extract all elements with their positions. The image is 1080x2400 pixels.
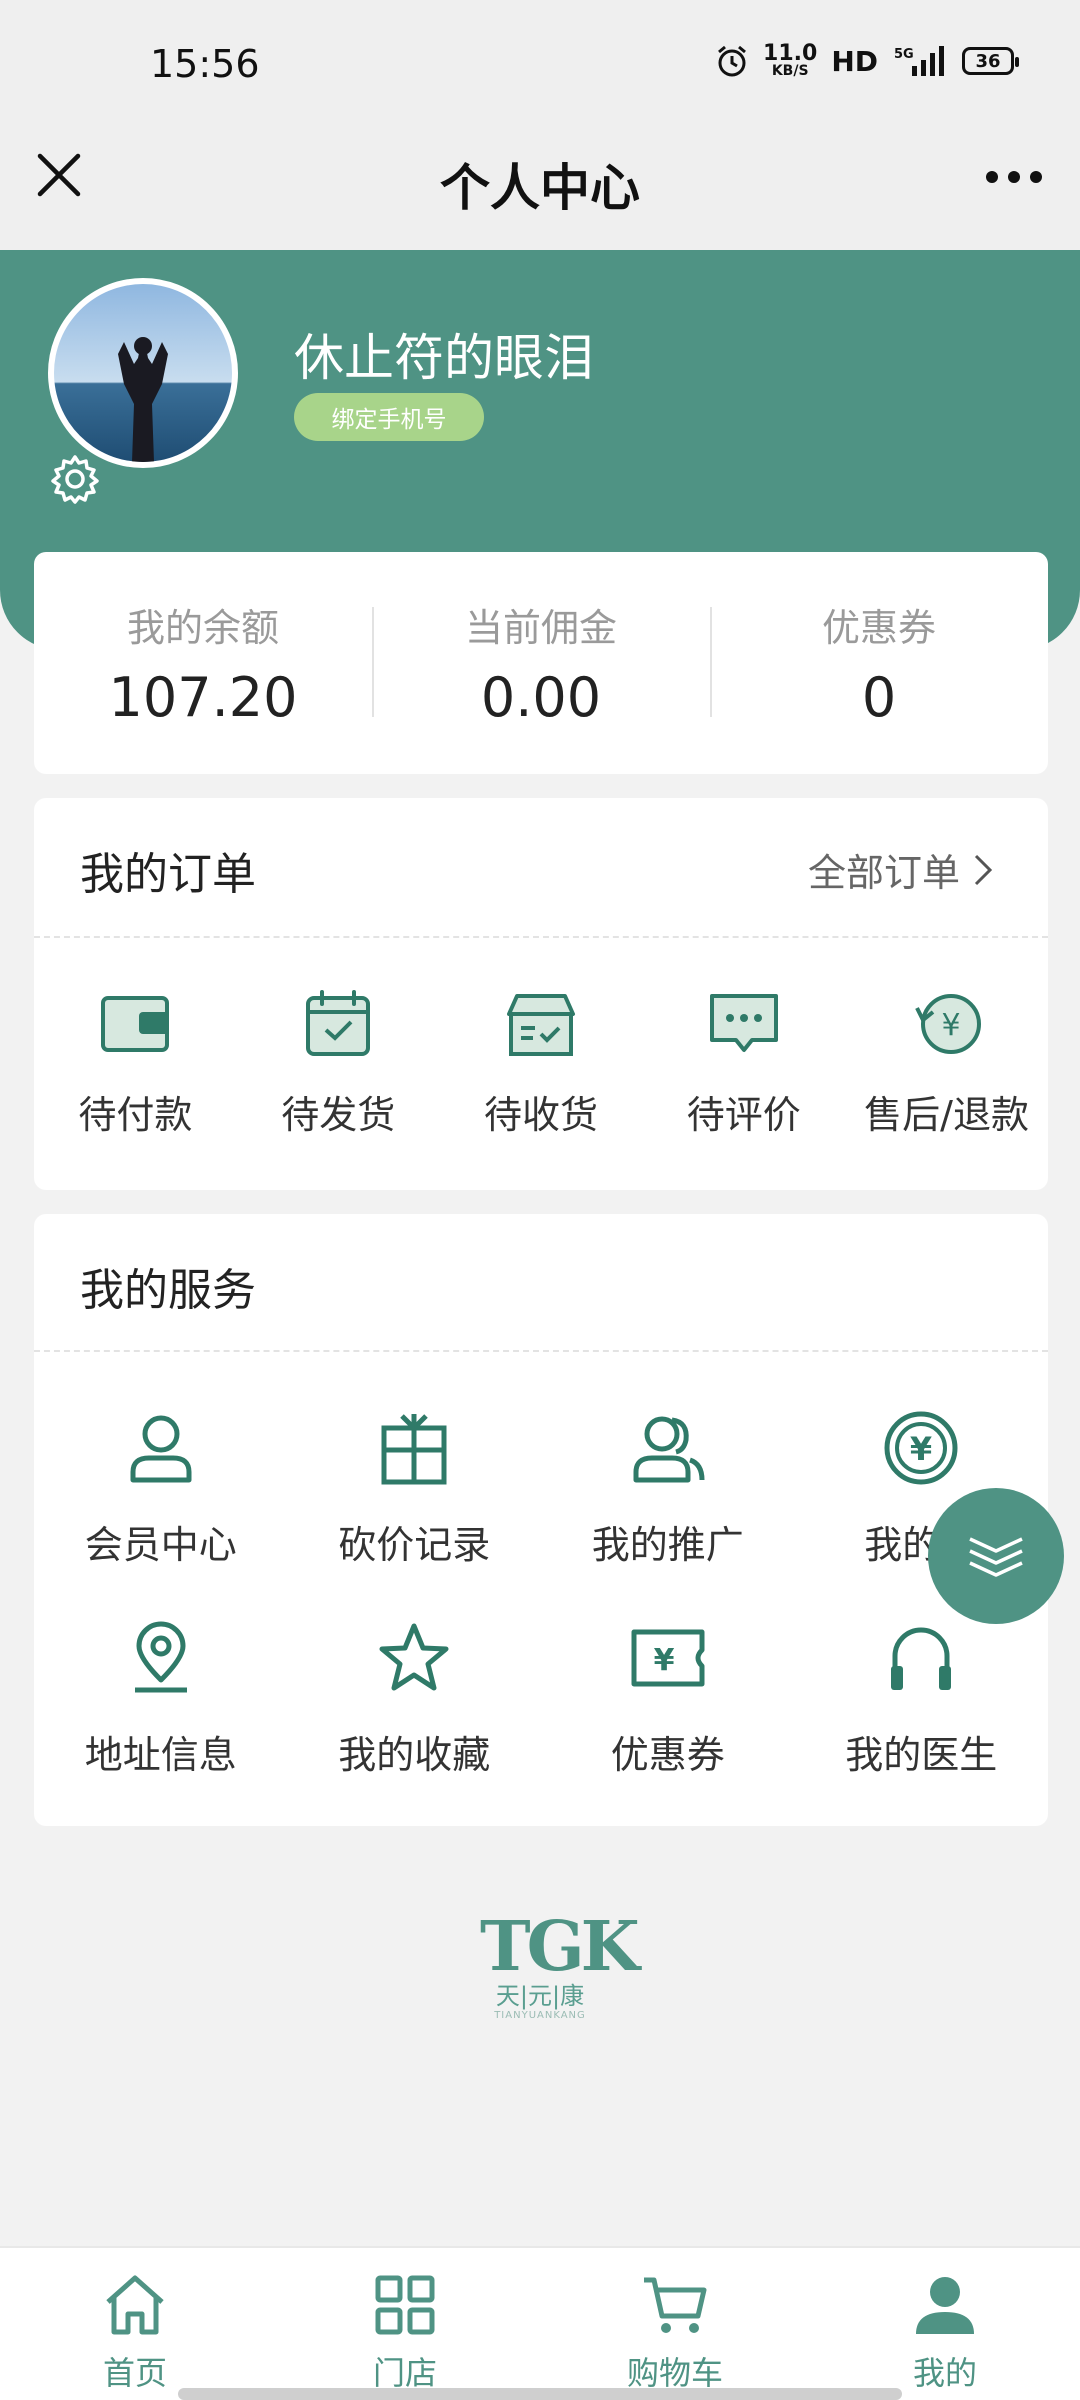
order-status-row: 待付款 待发货 待收货 待评价 ¥ 售后/退款	[34, 988, 1048, 1139]
logo-mark: TGK	[480, 1907, 640, 1987]
headphone-icon	[891, 1627, 952, 1690]
order-after-sale[interactable]: ¥ 售后/退款	[845, 988, 1048, 1139]
cart-icon	[644, 2277, 707, 2333]
hd-indicator: HD	[831, 44, 878, 78]
service-label: 我的收藏	[338, 1733, 491, 1777]
services-title: 我的服务	[80, 1265, 256, 1316]
service-my-doctor[interactable]: 我的医生	[795, 1620, 1049, 1830]
order-item-label: 待收货	[483, 1093, 598, 1137]
home-icon	[106, 2275, 164, 2335]
all-orders-link[interactable]: 全部订单	[808, 842, 994, 897]
users-icon	[633, 1416, 705, 1483]
stats-card: 我的余额 107.20 当前佣金 0.00 优惠券 0	[34, 552, 1048, 774]
svg-text:¥: ¥	[910, 1430, 932, 1468]
username: 休止符的眼泪	[294, 329, 594, 387]
status-time: 15:56	[150, 42, 260, 86]
service-label: 优惠券	[610, 1733, 725, 1777]
svg-text:5G: 5G	[894, 47, 914, 62]
profile-icon	[916, 2277, 974, 2334]
calendar-check-icon	[306, 990, 371, 1056]
chevrons-down-icon	[969, 1537, 1023, 1577]
service-my-favorites[interactable]: 我的收藏	[288, 1620, 542, 1830]
stat-label: 当前佣金	[464, 606, 617, 650]
bind-phone-button[interactable]: 绑定手机号	[294, 393, 484, 441]
grid-icon	[375, 2275, 435, 2335]
service-label: 我的医生	[845, 1733, 998, 1777]
tab-home[interactable]: 首页	[0, 2248, 270, 2400]
location-icon	[134, 1621, 187, 1693]
logo-cn-text: 天|元|康	[495, 1982, 585, 2010]
service-label: 地址信息	[84, 1733, 237, 1777]
tab-cart[interactable]: 购物车	[540, 2248, 810, 2400]
stat-value: 0.00	[480, 666, 602, 729]
order-pending-shipment[interactable]: 待发货	[237, 988, 440, 1139]
order-item-label: 待付款	[78, 1093, 193, 1137]
services-card: 我的服务 会员中心 砍价记录 我的推广 ¥ 我的金 地址信息 我的收藏 ¥ 优惠…	[34, 1214, 1048, 1826]
service-label: 砍价记录	[338, 1523, 491, 1567]
yen-coin-icon: ¥	[884, 1411, 958, 1485]
signal-icon: 5G	[894, 46, 944, 76]
stat-label: 优惠券	[821, 606, 936, 650]
user-icon	[130, 1415, 192, 1483]
stat-value: 0	[861, 666, 897, 729]
service-my-promotion[interactable]: 我的推广	[541, 1410, 795, 1620]
order-item-label: 待发货	[281, 1093, 396, 1137]
home-indicator	[178, 2388, 902, 2400]
orders-title: 我的订单	[80, 849, 256, 900]
logo-en-text: TIANYUANKANG	[494, 2010, 586, 2021]
orders-card: 我的订单 全部订单 待付款 待发货 待收货 待评价 ¥ 售后/退款	[34, 798, 1048, 1190]
gift-icon	[381, 1414, 447, 1485]
settings-gear-icon[interactable]	[48, 452, 102, 506]
refund-icon: ¥	[914, 994, 981, 1054]
service-member-center[interactable]: 会员中心	[34, 1410, 288, 1620]
stat-label: 我的余额	[126, 606, 279, 650]
service-bargain-records[interactable]: 砍价记录	[288, 1410, 542, 1620]
alarm-icon	[718, 45, 746, 77]
page-title: 个人中心	[440, 159, 640, 217]
more-dots-icon[interactable]	[984, 168, 1044, 186]
tab-mine[interactable]: 我的	[810, 2248, 1080, 2400]
divider	[34, 936, 1048, 938]
box-icon	[506, 994, 575, 1056]
order-pending-receipt[interactable]: 待收货	[440, 988, 643, 1139]
stat-coupons[interactable]: 优惠券 0	[710, 597, 1048, 729]
status-icons: 11.0 KB/S HD 5G 36	[715, 41, 1019, 79]
bottom-tab-bar: 首页 门店 购物车 我的	[0, 2246, 1080, 2400]
avatar[interactable]	[48, 278, 238, 468]
tab-label: 我的	[912, 2354, 977, 2392]
divider	[34, 1350, 1048, 1352]
comment-icon	[709, 994, 778, 1052]
stat-commission[interactable]: 当前佣金 0.00	[372, 597, 710, 729]
tab-stores[interactable]: 门店	[270, 2248, 540, 2400]
order-pending-review[interactable]: 待评价	[642, 988, 845, 1139]
stat-balance[interactable]: 我的余额 107.20	[34, 597, 372, 729]
service-coupons[interactable]: ¥ 优惠券	[541, 1620, 795, 1830]
order-pending-payment[interactable]: 待付款	[34, 988, 237, 1139]
tab-label: 首页	[102, 2354, 167, 2392]
stat-value: 107.20	[108, 666, 298, 729]
battery-icon: 36	[962, 47, 1019, 75]
star-icon	[379, 1623, 449, 1691]
order-item-label: 待评价	[686, 1093, 801, 1137]
net-speed: 11.0 KB/S	[763, 41, 818, 79]
svg-text:¥: ¥	[941, 1008, 960, 1043]
wallet-icon	[101, 996, 170, 1052]
floating-menu-button[interactable]	[928, 1488, 1064, 1624]
chevron-right-icon	[974, 854, 993, 885]
ticket-icon: ¥	[631, 1629, 705, 1687]
service-address-info[interactable]: 地址信息	[34, 1620, 288, 1830]
service-label: 我的推广	[591, 1523, 744, 1567]
all-orders-label: 全部订单	[807, 851, 960, 895]
service-label: 会员中心	[84, 1523, 237, 1567]
brand-logo: TGK 天|元|康 TIANYUANKANG	[480, 1907, 640, 2032]
svg-text:¥: ¥	[653, 1643, 674, 1678]
services-grid: 会员中心 砍价记录 我的推广 ¥ 我的金 地址信息 我的收藏 ¥ 优惠券 我的医…	[34, 1410, 1048, 1830]
order-item-label: 售后/退款	[864, 1093, 1029, 1137]
